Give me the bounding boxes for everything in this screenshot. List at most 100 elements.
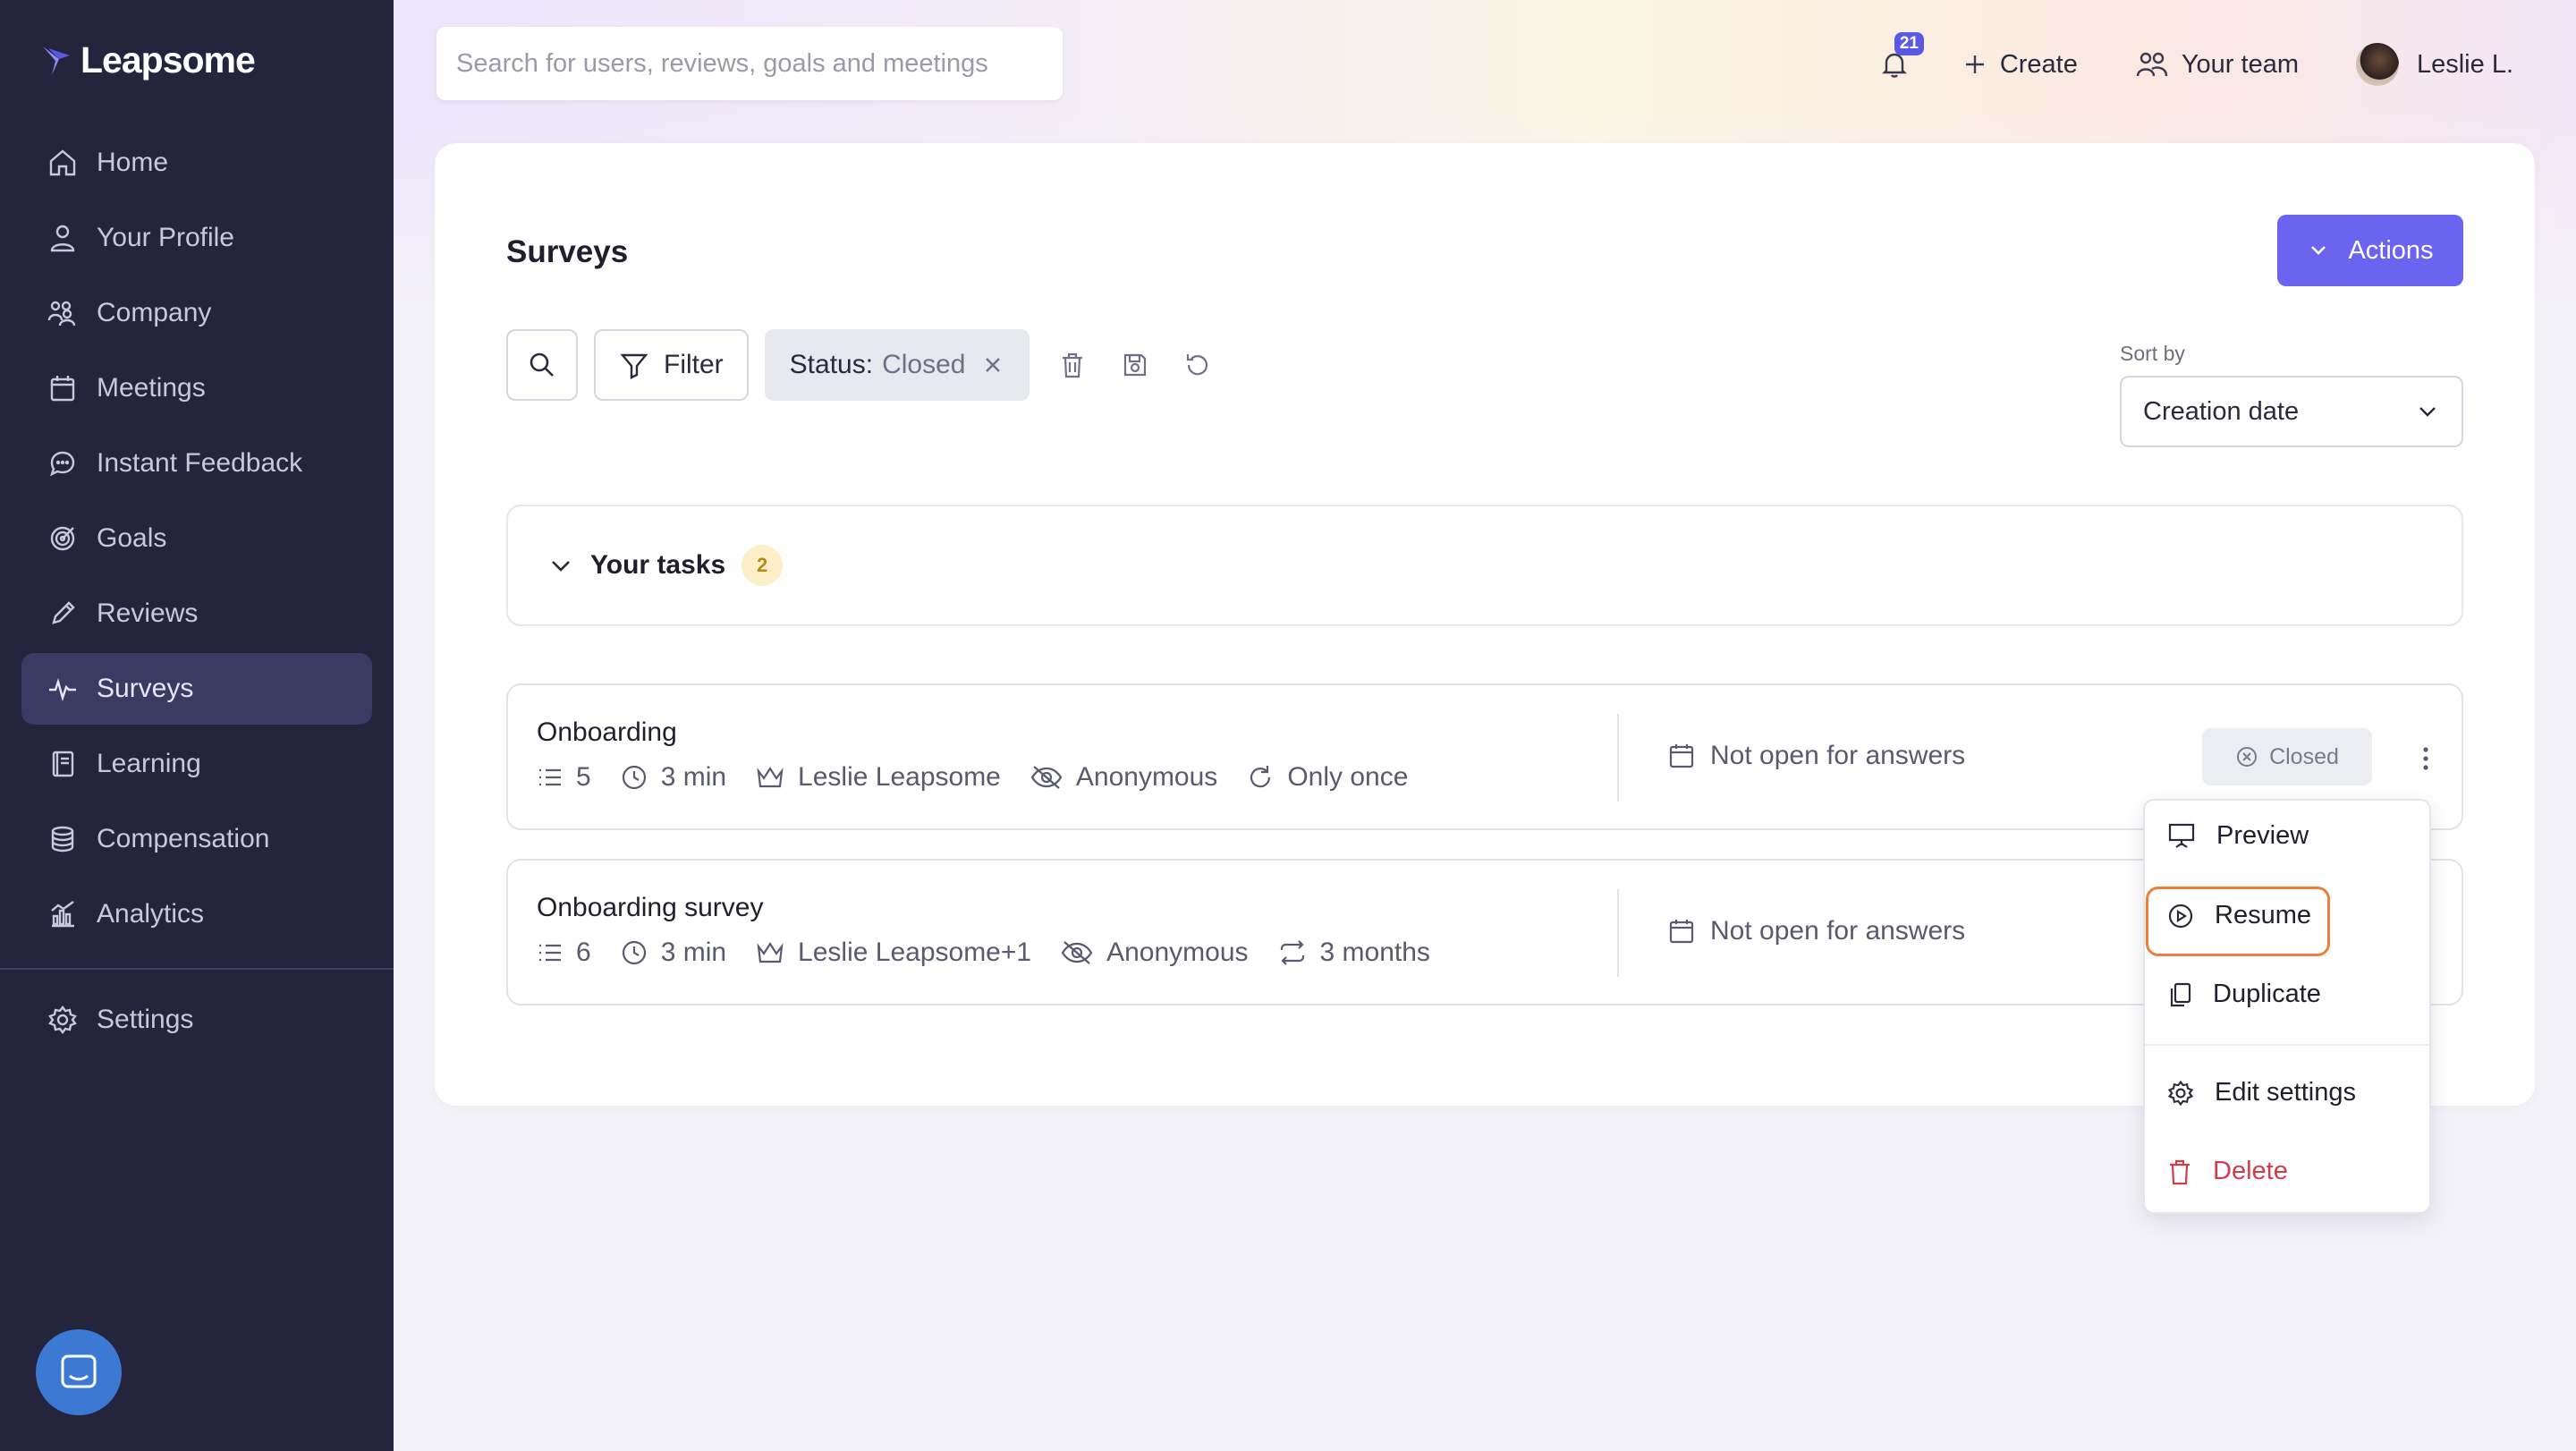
trash-icon (2170, 1159, 2190, 1184)
owner: Leslie Leapsome+1 (755, 938, 1031, 968)
survey-name[interactable]: Onboarding (537, 717, 677, 748)
coins-icon (51, 826, 74, 853)
your-tasks-panel[interactable]: Your tasks 2 (506, 505, 2463, 626)
frequency-value: 3 months (1319, 938, 1430, 967)
search-icon (530, 352, 554, 377)
user-name: Leslie L. (2416, 49, 2513, 79)
actions-button[interactable]: Actions (2277, 215, 2463, 286)
row-divider (1617, 714, 1619, 802)
open-status-text: Not open for answers (1710, 916, 1966, 946)
pencil-icon (52, 601, 75, 624)
kebab-menu-icon (2423, 747, 2428, 770)
reset-icon (1187, 354, 1208, 376)
sidebar-item-instant-feedback[interactable]: Instant Feedback (21, 428, 372, 499)
brand-logo[interactable]: Leapsome (39, 39, 256, 81)
close-icon[interactable] (981, 353, 1004, 377)
status-filter-chip[interactable]: Status: Closed (764, 329, 1030, 401)
menu-item-delete[interactable]: Delete (2166, 1157, 2288, 1186)
menu-item-duplicate[interactable]: Duplicate (2166, 980, 2321, 1009)
top-actions: 21 Create Your team Leslie L. (1868, 32, 2513, 93)
sidebar-item-label: Learning (97, 749, 201, 778)
sidebar-item-reviews[interactable]: Reviews (21, 578, 372, 649)
sidebar-item-surveys[interactable]: Surveys (21, 653, 372, 725)
save-filters-button[interactable] (1115, 345, 1155, 385)
list-icon (539, 768, 561, 786)
presentation-icon (2168, 823, 2195, 848)
user-icon (50, 225, 75, 252)
frequency-value: Only once (1287, 762, 1409, 792)
menu-divider (2145, 1044, 2429, 1046)
leapsome-logo-icon (43, 46, 70, 75)
user-menu[interactable]: Leslie L. (2355, 43, 2513, 86)
sidebar-item-home[interactable]: Home (21, 127, 372, 199)
global-search[interactable] (436, 27, 1063, 100)
sidebar-item-label: Surveys (97, 674, 194, 703)
question-count: 5 (537, 762, 591, 793)
your-team-button[interactable]: Your team (2135, 49, 2299, 80)
open-status-text: Not open for answers (1710, 741, 1966, 770)
calendar-icon (1669, 920, 1694, 944)
chip-value: Closed (882, 350, 966, 379)
gear-icon (2167, 1080, 2194, 1106)
survey-meta: 5 3 min Leslie Leapsome Anonymous Only o… (537, 762, 1436, 793)
sidebar-item-meetings[interactable]: Meetings (21, 352, 372, 424)
duration: 3 min (620, 938, 726, 968)
status-badge: Closed (2202, 728, 2372, 785)
reset-filters-button[interactable] (1178, 345, 1217, 385)
question-count: 6 (537, 938, 591, 968)
notification-count-badge: 21 (1894, 32, 1924, 55)
home-icon (49, 149, 76, 176)
sidebar-item-your-profile[interactable]: Your Profile (21, 202, 372, 274)
filter-label: Filter (664, 350, 724, 379)
sidebar-item-compensation[interactable]: Compensation (21, 803, 372, 875)
filter-icon (620, 353, 648, 379)
clear-filters-button[interactable] (1053, 345, 1092, 385)
team-icon (2136, 52, 2168, 77)
crown-icon (757, 941, 784, 963)
tasks-count-badge: 2 (741, 545, 784, 586)
create-button[interactable]: Create (1962, 50, 2078, 80)
plus-icon (1965, 55, 1984, 73)
sidebar-item-label: Meetings (97, 373, 206, 403)
sidebar-item-label: Home (97, 148, 169, 177)
search-input[interactable] (454, 47, 1063, 80)
chevron-down-icon (2419, 407, 2436, 417)
sidebar-item-label: Analytics (97, 899, 205, 929)
menu-item-label: Delete (2213, 1157, 2288, 1185)
frequency: Only once (1246, 762, 1408, 793)
calendar-icon (1669, 744, 1694, 768)
sort-select[interactable]: Creation date (2120, 376, 2463, 447)
notifications-button[interactable]: 21 (1868, 32, 1924, 91)
more-options-button[interactable] (2408, 739, 2444, 778)
sidebar-item-learning[interactable]: Learning (21, 728, 372, 800)
search-button[interactable] (506, 329, 578, 401)
resume-highlight-outline (2146, 887, 2330, 956)
chat-icon (49, 451, 75, 477)
sidebar-item-company[interactable]: Company (21, 277, 372, 349)
duration-value: 3 min (660, 762, 727, 792)
question-count-value: 5 (576, 762, 591, 792)
clock-icon (622, 940, 646, 965)
menu-item-label: Preview (2216, 820, 2309, 850)
crown-icon (757, 766, 784, 788)
support-chat-button[interactable] (36, 1329, 122, 1415)
filter-button[interactable]: Filter (594, 329, 749, 401)
row-divider (1617, 889, 1619, 977)
sidebar-item-goals[interactable]: Goals (21, 503, 372, 574)
sidebar-item-label: Instant Feedback (97, 448, 303, 478)
survey-name[interactable]: Onboarding survey (537, 893, 763, 923)
sidebar-divider (0, 968, 394, 970)
sidebar-item-label: Goals (97, 523, 167, 553)
owner: Leslie Leapsome (755, 762, 1001, 793)
anonymity-value: Anonymous (1075, 762, 1218, 792)
sort-value: Creation date (2143, 396, 2300, 426)
anonymity: Anonymous (1030, 762, 1217, 793)
sidebar-item-settings[interactable]: Settings (21, 984, 372, 1056)
your-team-label: Your team (2181, 49, 2299, 79)
menu-item-preview[interactable]: Preview (2166, 820, 2309, 851)
save-icon (1124, 353, 1147, 377)
menu-item-edit-settings[interactable]: Edit settings (2166, 1078, 2356, 1107)
sidebar-item-analytics[interactable]: Analytics (21, 878, 372, 950)
sidebar: Leapsome Home Your Profile Company Meeti… (0, 0, 394, 1451)
book-icon (52, 751, 74, 777)
